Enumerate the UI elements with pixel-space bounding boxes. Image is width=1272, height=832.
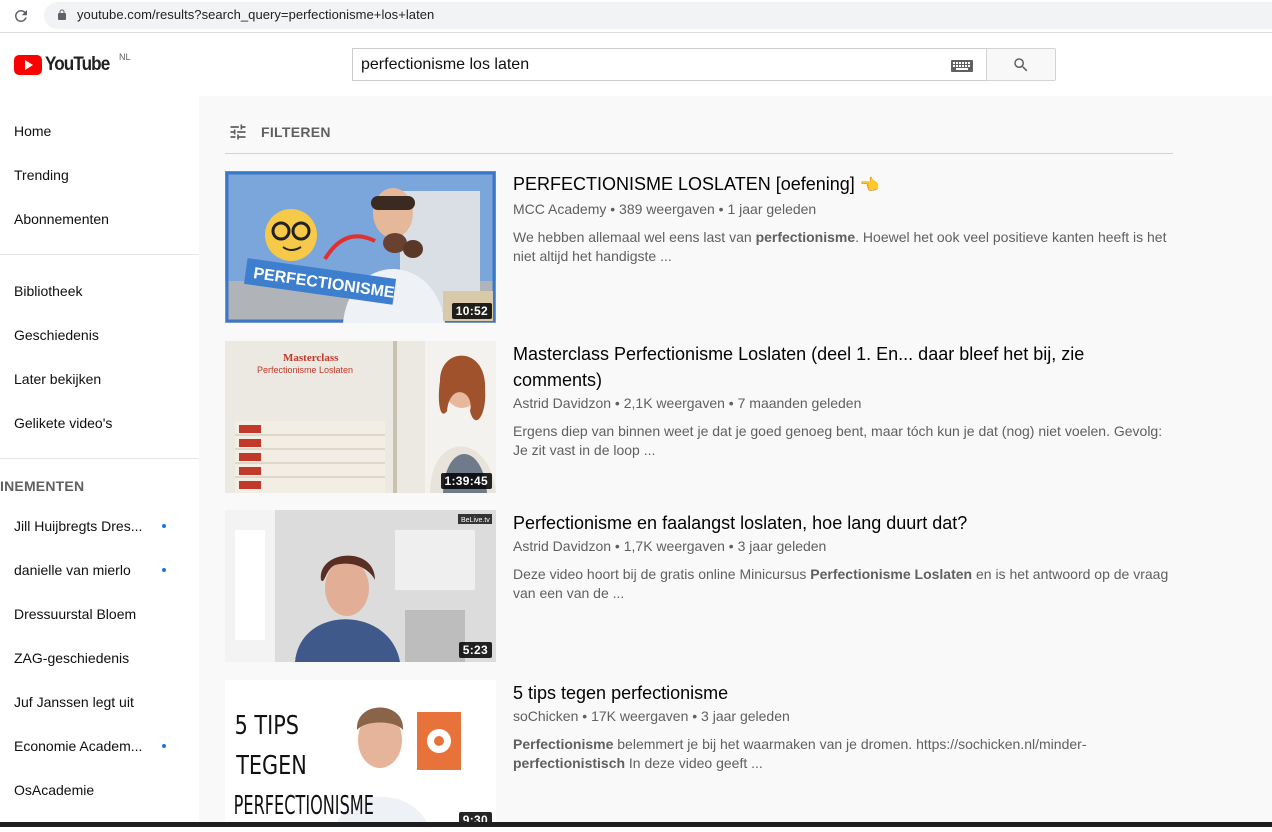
subscription-item[interactable]: Juf Janssen legt uit xyxy=(14,694,134,710)
thumbnail-image: PERFECTIONISME xyxy=(225,171,496,323)
lock-icon xyxy=(58,9,66,20)
filter-icon xyxy=(230,124,246,140)
subscription-item[interactable]: OsAcademie xyxy=(14,782,94,798)
sidebar-item-home[interactable]: Home xyxy=(14,123,51,139)
thumbnail-line: PERFECTIONISME xyxy=(234,791,374,821)
video-info: 5 tips tegen perfectionisme soChicken • … xyxy=(513,680,1173,773)
filter-button[interactable]: FILTEREN xyxy=(227,122,331,142)
channel-name[interactable]: Astrid Davidzon xyxy=(513,395,611,411)
video-description: Ergens diep van binnen weet je dat je go… xyxy=(513,423,1163,458)
new-content-dot xyxy=(162,568,166,572)
video-description: Perfectionisme belemmert je bij het waar… xyxy=(513,736,1087,771)
video-title[interactable]: 5 tips tegen perfectionisme xyxy=(513,680,1173,706)
video-info: PERFECTIONISME LOSLATEN [oefening] 👈 MCC… xyxy=(513,171,1173,266)
pointing-hand-icon: 👈 xyxy=(859,177,880,194)
sidebar-item-library[interactable]: Bibliotheek xyxy=(14,283,83,299)
video-result[interactable]: 5 TIPS TEGEN PERFECTIONISME 9:30 5 tips … xyxy=(225,680,1173,832)
new-content-dot xyxy=(162,524,166,528)
search-query-text: perfectionisme los laten xyxy=(361,56,530,73)
view-count: 1,7K weergaven xyxy=(623,538,725,554)
video-result[interactable]: PERFECTIONISME 10:52 PERFECTIONISME LOSL… xyxy=(225,171,1173,323)
video-meta: soChicken • 17K weergaven • 3 jaar geled… xyxy=(513,708,790,724)
sidebar-item-watch-later[interactable]: Later bekijken xyxy=(14,371,101,387)
sidebar-item-trending[interactable]: Trending xyxy=(14,167,69,183)
subscription-item[interactable]: Economie Academ... xyxy=(14,738,142,754)
video-thumbnail[interactable]: Masterclass Perfectionisme Loslaten 1:39… xyxy=(225,341,496,493)
sidebar-divider xyxy=(0,254,199,255)
sidebar-item-history[interactable]: Geschiedenis xyxy=(14,327,99,343)
view-count: 17K weergaven xyxy=(591,708,689,724)
video-duration: 9:30 xyxy=(458,812,492,822)
sidebar-divider xyxy=(0,458,199,459)
thumbnail-image: 5 TIPS TEGEN PERFECTIONISME xyxy=(225,680,496,822)
video-duration: 10:52 xyxy=(451,303,492,319)
url-text: youtube.com/results?search_query=perfect… xyxy=(77,7,435,22)
video-info: Masterclass Perfectionisme Loslaten (dee… xyxy=(513,341,1173,460)
upload-age: 1 jaar geleden xyxy=(727,201,817,217)
youtube-header: YouTube NL perfectionisme los laten xyxy=(0,33,1272,96)
search-input[interactable]: perfectionisme los laten xyxy=(352,48,986,81)
search-button[interactable] xyxy=(986,48,1056,81)
channel-name[interactable]: Astrid Davidzon xyxy=(513,538,611,554)
youtube-logo[interactable]: YouTube NL xyxy=(14,52,131,77)
video-thumbnail[interactable]: 5 TIPS TEGEN PERFECTIONISME 9:30 xyxy=(225,680,496,822)
reload-icon[interactable] xyxy=(12,7,30,25)
sidebar-item-liked-videos[interactable]: Gelikete video's xyxy=(14,415,112,431)
channel-name[interactable]: MCC Academy xyxy=(513,201,606,217)
thumbnail-badge: BeLive.tv xyxy=(461,517,490,524)
video-meta: MCC Academy • 389 weergaven • 1 jaar gel… xyxy=(513,201,817,217)
new-content-dot xyxy=(162,744,166,748)
video-info: Perfectionisme en faalangst loslaten, ho… xyxy=(513,510,1173,603)
country-code: NL xyxy=(119,52,131,62)
video-meta: Astrid Davidzon • 2,1K weergaven • 7 maa… xyxy=(513,395,862,411)
video-thumbnail[interactable]: BeLive.tv 5:23 xyxy=(225,510,496,662)
video-duration: 1:39:45 xyxy=(440,473,492,489)
video-title[interactable]: Masterclass Perfectionisme Loslaten (dee… xyxy=(513,341,1133,393)
url-field[interactable]: youtube.com/results?search_query=perfect… xyxy=(44,2,1272,29)
video-thumbnail[interactable]: PERFECTIONISME 10:52 xyxy=(225,171,496,323)
view-count: 2,1K weergaven xyxy=(623,395,725,411)
thumbnail-subtitle: Perfectionisme Loslaten xyxy=(257,365,353,375)
video-description: Deze video hoort bij de gratis online Mi… xyxy=(513,566,1169,601)
keyboard-icon[interactable] xyxy=(951,60,973,72)
search-results-area: FILTEREN PERFECTIONISME 10:52 PERFECTION… xyxy=(199,96,1272,827)
subscription-item[interactable]: ZAG-geschiedenis xyxy=(14,650,129,666)
browser-address-bar: youtube.com/results?search_query=perfect… xyxy=(0,0,1272,33)
subscription-item[interactable]: Jill Huijbregts Dres... xyxy=(14,518,142,534)
logo-text: YouTube xyxy=(45,54,110,75)
filter-divider xyxy=(225,153,1173,154)
thumbnail-title: Masterclass xyxy=(283,352,339,364)
video-result[interactable]: BeLive.tv 5:23 Perfectionisme en faalang… xyxy=(225,510,1173,662)
channel-name[interactable]: soChicken xyxy=(513,708,578,724)
subscription-item[interactable]: Dressuurstal Bloem xyxy=(14,606,136,622)
sidebar: Home Trending Abonnementen Bibliotheek G… xyxy=(0,96,199,827)
subscription-item[interactable]: danielle van mierlo xyxy=(14,562,131,578)
thumbnail-image: BeLive.tv xyxy=(225,510,496,662)
view-count: 389 weergaven xyxy=(619,201,715,217)
taskbar-edge xyxy=(0,822,1272,827)
upload-age: 3 jaar geleden xyxy=(701,708,790,724)
thumbnail-line: 5 TIPS xyxy=(235,710,299,741)
subscriptions-heading: INEMENTEN xyxy=(0,478,85,494)
filter-label: FILTEREN xyxy=(261,124,331,140)
video-description: We hebben allemaal wel eens last van per… xyxy=(513,229,1167,264)
thumbnail-image: Masterclass Perfectionisme Loslaten xyxy=(225,341,496,493)
video-result[interactable]: Masterclass Perfectionisme Loslaten 1:39… xyxy=(225,341,1173,493)
thumbnail-line: TEGEN xyxy=(235,750,307,781)
sidebar-item-subscriptions[interactable]: Abonnementen xyxy=(14,211,109,227)
search-icon xyxy=(1014,57,1028,71)
video-meta: Astrid Davidzon • 1,7K weergaven • 3 jaa… xyxy=(513,538,827,554)
youtube-play-icon xyxy=(14,55,42,75)
video-duration: 5:23 xyxy=(458,642,492,658)
upload-age: 3 jaar geleden xyxy=(737,538,827,554)
upload-age: 7 maanden geleden xyxy=(737,395,862,411)
video-title[interactable]: Perfectionisme en faalangst loslaten, ho… xyxy=(513,510,1173,536)
video-title[interactable]: PERFECTIONISME LOSLATEN [oefening] 👈 xyxy=(513,171,1173,199)
